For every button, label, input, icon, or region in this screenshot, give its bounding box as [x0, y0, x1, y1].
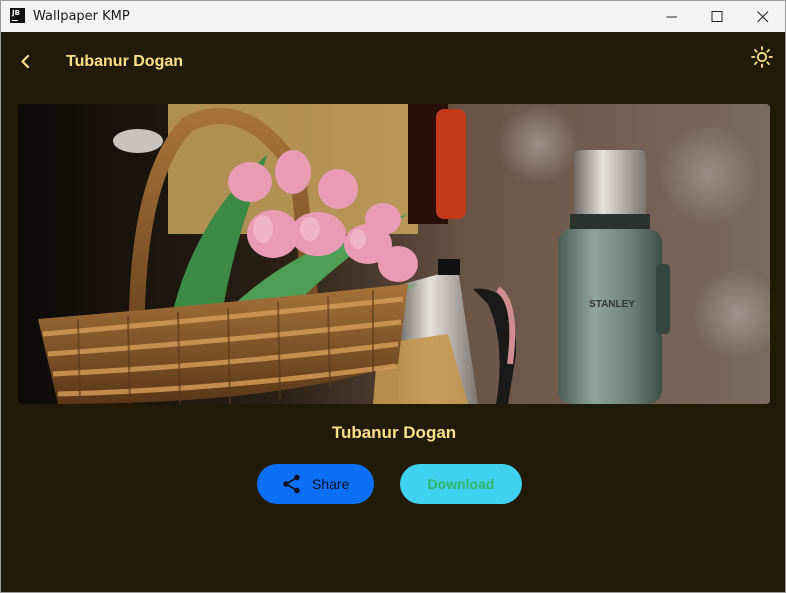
title-bar[interactable]: JB Wallpaper KMP — [1, 1, 785, 32]
app-logo-text: JB — [12, 9, 20, 17]
maximize-button[interactable] — [694, 1, 740, 32]
window-title: Wallpaper KMP — [33, 9, 130, 24]
theme-toggle-button[interactable] — [750, 45, 774, 69]
download-button[interactable]: Download — [400, 464, 522, 504]
share-button[interactable]: Share — [257, 464, 374, 504]
minimize-icon — [666, 16, 677, 18]
share-label: Share — [312, 476, 350, 492]
wallpaper-image: STANLEY — [18, 104, 770, 404]
app-window: JB Wallpaper KMP Tubanur Dogan STANLEY T… — [0, 0, 786, 593]
page-title: Tubanur Dogan — [66, 53, 184, 70]
minimize-button[interactable] — [649, 1, 695, 32]
svg-text:STANLEY: STANLEY — [589, 299, 635, 310]
author-name: Tubanur Dogan — [331, 423, 457, 442]
close-icon — [757, 11, 769, 23]
maximize-icon — [711, 11, 723, 22]
sun-icon — [751, 46, 773, 68]
close-button[interactable] — [740, 1, 785, 32]
share-icon — [283, 474, 300, 494]
app-logo-icon: JB — [10, 8, 25, 23]
back-button[interactable] — [14, 51, 38, 73]
chevron-left-icon — [21, 54, 30, 69]
download-label: Download — [427, 476, 495, 492]
